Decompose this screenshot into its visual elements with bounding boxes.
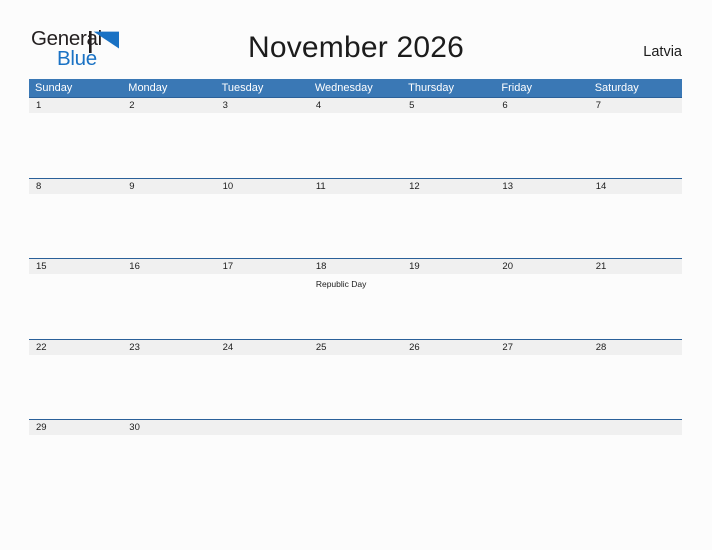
day-cell[interactable]	[402, 194, 495, 258]
day-cell	[216, 435, 309, 446]
country-label: Latvia	[643, 44, 682, 60]
weekday-friday: Friday	[501, 82, 532, 94]
day-cell[interactable]	[309, 113, 402, 177]
day-number[interactable]: 7	[589, 98, 682, 113]
day-number[interactable]: 9	[122, 179, 215, 194]
calendar-week-row: 1234567	[29, 97, 682, 178]
week-event-band	[29, 354, 682, 419]
day-cell-empty	[495, 420, 588, 435]
week-daynumber-band: 8 9 10 11 12 13 14	[29, 178, 682, 194]
day-number[interactable]: 13	[495, 179, 588, 194]
calendar-event: Republic Day	[315, 279, 367, 289]
calendar-week-row: 29 30	[29, 419, 682, 447]
day-cell[interactable]	[309, 194, 402, 258]
day-cell[interactable]	[29, 274, 122, 338]
day-number[interactable]: 10	[216, 179, 309, 194]
week-daynumber-band: 1234567	[29, 98, 682, 113]
calendar-week-row: 22 23 24 25 26 27 28	[29, 338, 682, 420]
day-number[interactable]: 3	[216, 98, 309, 113]
day-cell[interactable]	[216, 355, 309, 419]
calendar-weeks: 1 2 3 4 5 6 7 8 9 10 11 12 13 14 15 16 17 18 19 20 21 Republi…	[29, 97, 682, 447]
day-number[interactable]: 27	[495, 340, 588, 355]
day-number[interactable]: 4	[309, 98, 402, 113]
day-number[interactable]: 18	[309, 259, 402, 274]
weekday-monday: Monday	[128, 82, 168, 94]
weekday-saturday: Saturday	[594, 82, 639, 94]
day-number[interactable]: 24	[216, 340, 309, 355]
day-cell[interactable]: Republic Day	[309, 274, 402, 338]
day-cell[interactable]	[29, 435, 122, 446]
day-number[interactable]: 16	[122, 259, 215, 274]
day-cell[interactable]	[29, 113, 122, 177]
day-cell[interactable]	[29, 194, 122, 258]
day-cell[interactable]	[495, 194, 588, 258]
day-number[interactable]: 25	[309, 340, 402, 355]
week-daynumber-band: 15 16 17 18 19 20 21	[29, 259, 682, 274]
day-cell[interactable]	[402, 113, 495, 177]
day-cell[interactable]	[589, 355, 682, 419]
day-number[interactable]: 2	[122, 98, 215, 113]
week-daynumber-band: 29 30	[29, 420, 682, 435]
day-cell[interactable]	[216, 274, 309, 338]
day-number[interactable]: 17	[216, 259, 309, 274]
weekday-tuesday: Tuesday	[221, 82, 264, 94]
day-cell[interactable]	[122, 194, 215, 258]
day-number[interactable]: 21	[589, 259, 682, 274]
page-title: November 2026	[247, 31, 465, 64]
day-cell-empty	[589, 420, 682, 435]
day-number[interactable]: 20	[495, 259, 588, 274]
day-cell[interactable]	[495, 274, 588, 338]
day-cell-empty	[309, 420, 402, 435]
day-cell	[589, 435, 682, 446]
day-number[interactable]: 11	[309, 179, 402, 194]
week-daynumber-band: 22 23 24 25 26 27 28	[29, 339, 682, 355]
day-cell	[309, 435, 402, 446]
day-cell[interactable]	[122, 435, 215, 446]
day-number[interactable]: 26	[402, 340, 495, 355]
day-cell	[495, 435, 588, 446]
day-cell[interactable]	[589, 274, 682, 338]
day-cell-empty	[216, 420, 309, 435]
day-number[interactable]: 19	[402, 259, 495, 274]
day-cell[interactable]	[216, 113, 309, 177]
day-number[interactable]: 23	[122, 340, 215, 355]
day-number[interactable]: 29	[29, 420, 122, 435]
calendar-grid: Sunday Monday Tuesday Wednesday Thursday…	[29, 79, 682, 447]
day-number[interactable]: 5	[402, 98, 495, 113]
day-cell[interactable]	[402, 274, 495, 338]
weekday-sunday: Sunday	[35, 82, 73, 94]
day-number[interactable]: 15	[29, 259, 122, 274]
day-number[interactable]: 12	[402, 179, 495, 194]
day-number[interactable]: 8	[29, 179, 122, 194]
day-number[interactable]: 30	[122, 420, 215, 435]
day-cell[interactable]	[122, 113, 215, 177]
day-number[interactable]: 22	[29, 340, 122, 355]
day-number[interactable]: 6	[495, 98, 588, 113]
day-cell	[402, 435, 495, 446]
weekday-thursday: Thursday	[408, 82, 454, 94]
day-cell[interactable]	[29, 355, 122, 419]
week-event-band	[29, 193, 682, 258]
week-event-band	[29, 113, 682, 177]
day-number[interactable]: 14	[589, 179, 682, 194]
day-cell[interactable]	[589, 194, 682, 258]
calendar-week-row: 8 9 10 11 12 13 14	[29, 177, 682, 259]
day-cell[interactable]	[402, 355, 495, 419]
day-cell[interactable]	[589, 113, 682, 177]
page-header: General Blue November 2026 Latvia	[0, 0, 712, 78]
day-number[interactable]: 28	[589, 340, 682, 355]
day-cell[interactable]	[216, 194, 309, 258]
day-cell[interactable]	[495, 113, 588, 177]
weekday-wednesday: Wednesday	[314, 82, 373, 94]
day-number[interactable]: 1	[29, 98, 122, 113]
weekday-header-row: Sunday Monday Tuesday Wednesday Thursday…	[29, 79, 682, 97]
day-cell[interactable]	[122, 355, 215, 419]
week-event-band	[29, 435, 682, 446]
calendar-week-row: 15 16 17 18 19 20 21 Republic Day	[29, 258, 682, 339]
day-cell[interactable]	[495, 355, 588, 419]
day-cell-empty	[402, 420, 495, 435]
day-cell[interactable]	[122, 274, 215, 338]
day-cell[interactable]	[309, 355, 402, 419]
week-event-band: Republic Day	[29, 274, 682, 338]
